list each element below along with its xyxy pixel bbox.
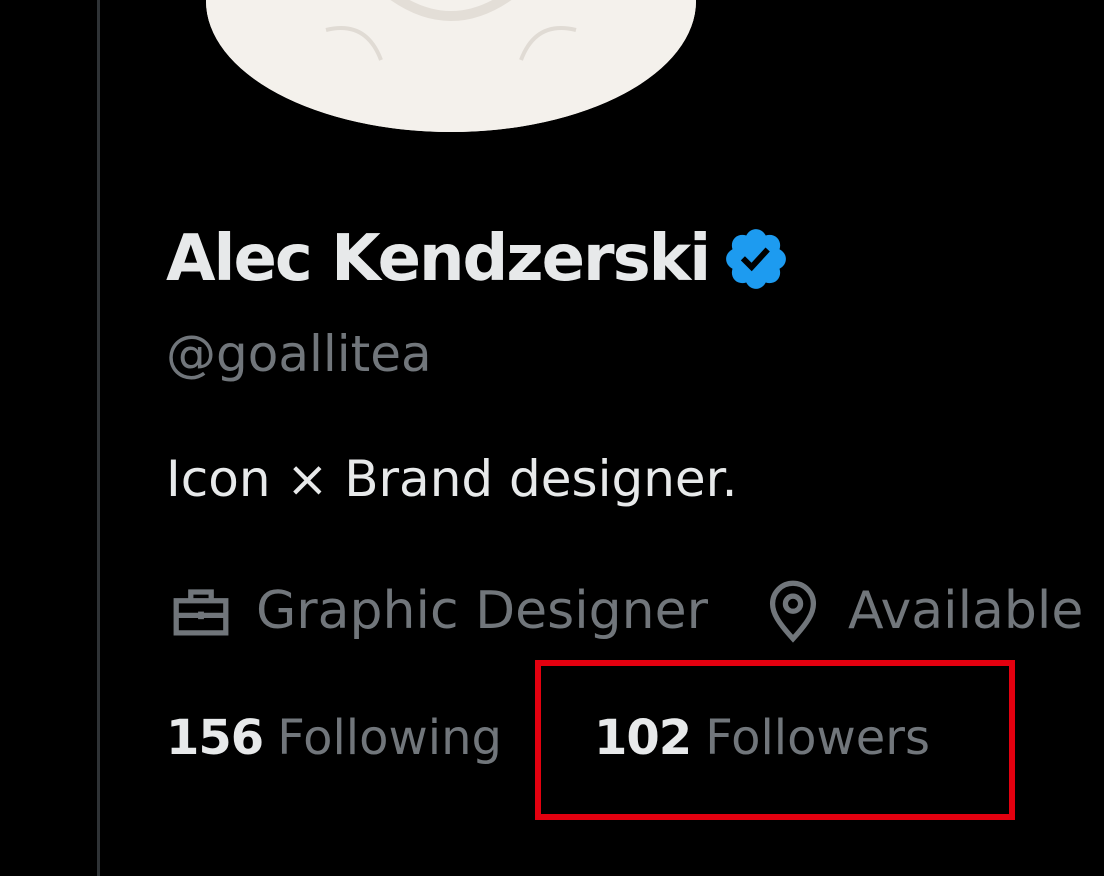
followers-count: 102 xyxy=(594,710,692,766)
location-pin-icon xyxy=(758,576,828,646)
profession-label: Graphic Designer xyxy=(256,581,708,641)
followers-link[interactable]: 102 Followers xyxy=(594,710,930,766)
briefcase-icon xyxy=(166,576,236,646)
profile-page: Alec Kendzerski @goallitea Icon × Brand … xyxy=(0,0,1104,876)
profile-meta: Graphic Designer Available xyxy=(166,576,1083,646)
following-count: 156 xyxy=(166,710,264,766)
avatar[interactable] xyxy=(206,0,696,132)
following-link[interactable]: 156 Following xyxy=(166,710,502,766)
follow-stats: 156 Following 102 Followers xyxy=(166,700,930,776)
profession-item: Graphic Designer xyxy=(166,576,708,646)
followers-label: Followers xyxy=(705,710,931,766)
display-name: Alec Kendzerski xyxy=(166,222,711,296)
following-label: Following xyxy=(277,710,502,766)
avatar-photo-icon xyxy=(206,0,696,132)
location-label: Available xyxy=(847,581,1084,641)
name-row: Alec Kendzerski xyxy=(166,214,791,304)
location-item: Available xyxy=(758,576,1083,646)
user-handle: @goallitea xyxy=(166,325,432,383)
verified-badge-icon[interactable] xyxy=(721,224,791,294)
column-divider xyxy=(97,0,100,876)
user-bio: Icon × Brand designer. xyxy=(166,450,738,508)
